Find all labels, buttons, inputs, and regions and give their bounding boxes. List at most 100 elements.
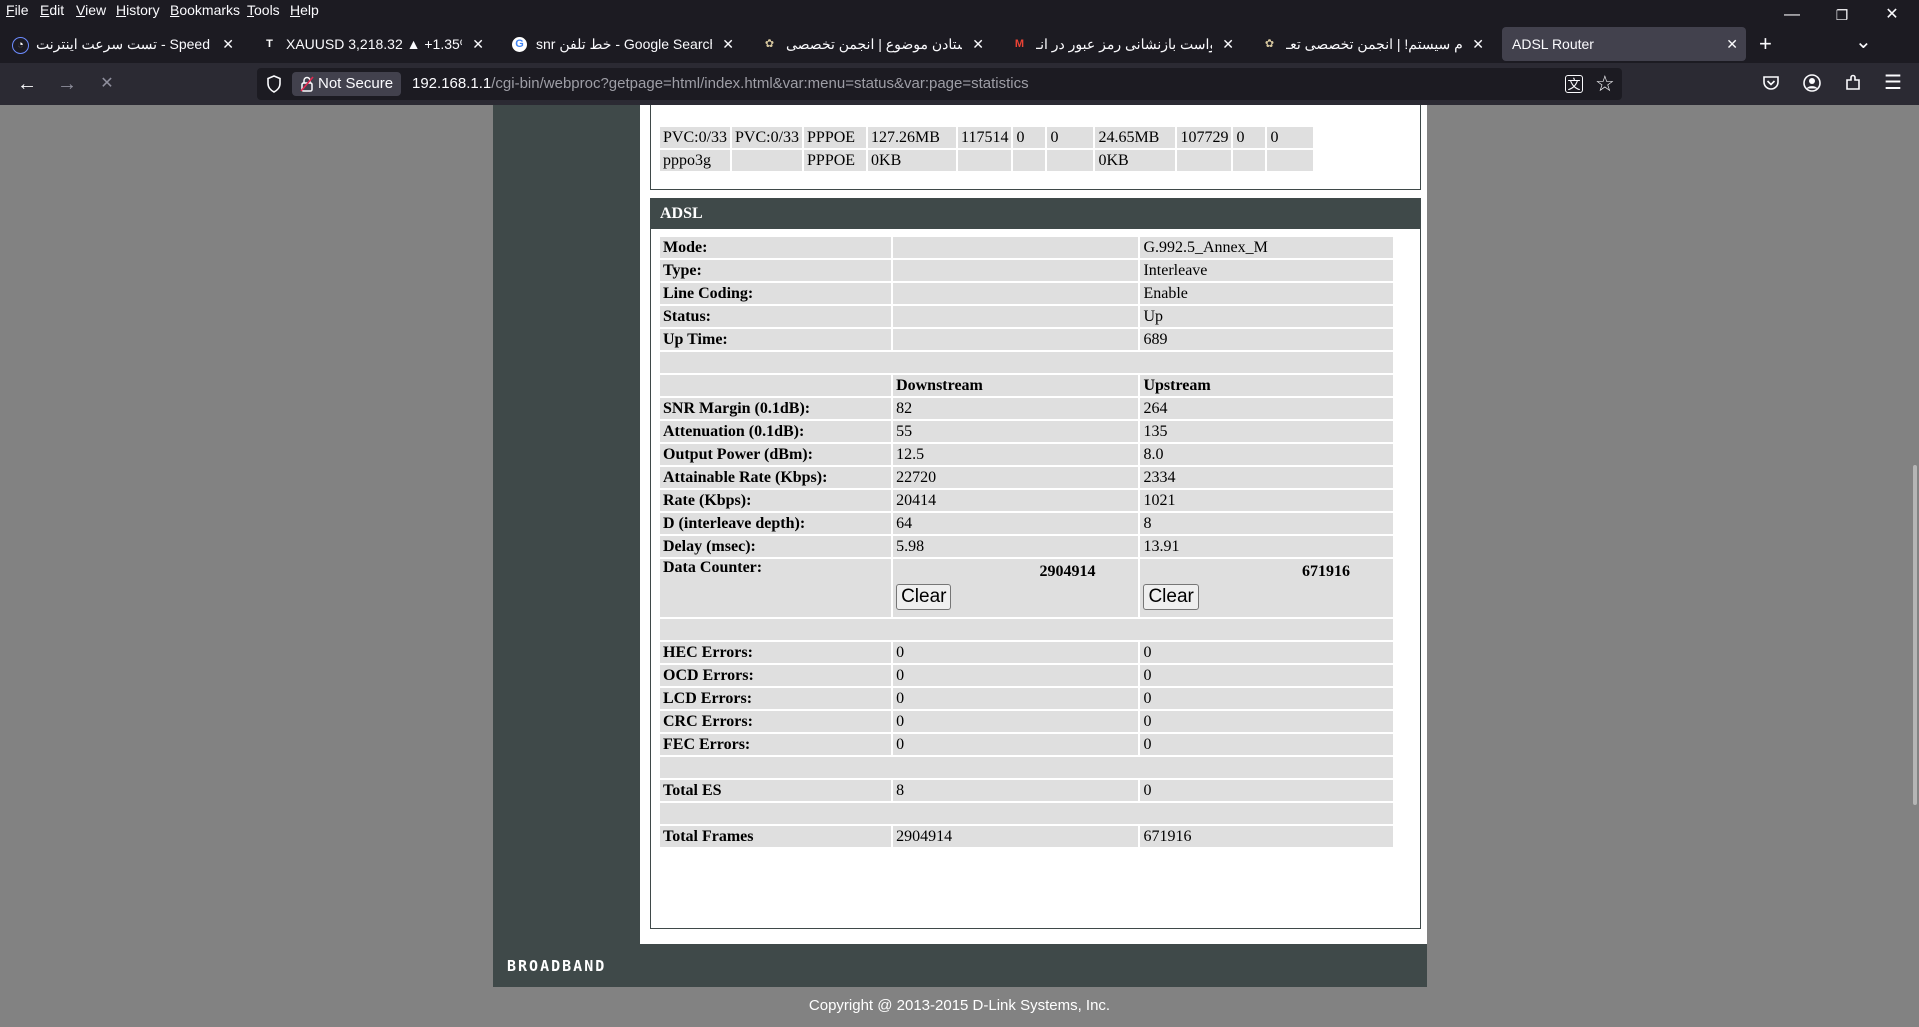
url-bar[interactable]: Not Secure 192.168.1.1/cgi-bin/webproc?g… <box>257 68 1622 100</box>
row-label: HEC Errors: <box>660 642 892 663</box>
close-icon[interactable]: ✕ <box>472 27 484 61</box>
empty-row <box>660 619 1393 640</box>
table-cell: PVC:0/33 <box>660 127 731 148</box>
downstream-header: Downstream <box>893 375 1139 396</box>
upstream-value: 8.0 <box>1140 444 1393 465</box>
table-cell <box>1013 150 1046 171</box>
tradingview-icon: T <box>266 38 273 50</box>
menu-bookmarks[interactable]: Bookmarks <box>170 2 240 18</box>
type-value: Interleave <box>1140 260 1393 281</box>
row-label: FEC Errors: <box>660 734 892 755</box>
downstream-value: 55 <box>893 421 1139 442</box>
tab-forum-message[interactable]: ✿ پیام سیستم! | انجمن تخصصی تعـ ✕ <box>1252 27 1492 61</box>
menu-help[interactable]: Help <box>290 2 319 18</box>
wan-statistics-box: PVC:0/33 PVC:0/33 PPPOE 127.26MB 117514 0 0 24.… <box>650 105 1421 190</box>
clear-upstream-button[interactable]: Clear <box>1143 584 1199 610</box>
page-viewport: PVC:0/33 PVC:0/33 PPPOE 127.26MB 117514 0 0 24.… <box>0 105 1919 1027</box>
not-secure-badge[interactable]: Not Secure <box>292 72 402 96</box>
clear-downstream-button[interactable]: Clear <box>896 584 952 610</box>
row-label: SNR Margin (0.1dB): <box>660 398 892 419</box>
spacer-cell <box>893 283 1139 304</box>
back-button[interactable]: ← <box>12 69 42 99</box>
lock-strikethrough-icon <box>300 76 314 92</box>
data-counter-row: Data Counter: 2904914 Clear 671916 Clear <box>660 559 1393 617</box>
tab-adsl-router[interactable]: ADSL Router ✕ <box>1502 27 1746 61</box>
forward-button[interactable]: → <box>52 69 82 99</box>
row-label: Attainable Rate (Kbps): <box>660 467 892 488</box>
router-page: PVC:0/33 PVC:0/33 PPPOE 127.26MB 117514 0 0 24.… <box>493 105 1427 987</box>
tab-google-search[interactable]: G snr خط تلفن - Google Search ✕ <box>502 27 742 61</box>
table-row: PVC:0/33 PVC:0/33 PPPOE 127.26MB 117514 0 0 24.… <box>660 127 1314 148</box>
table-row: Total ES 8 0 <box>660 780 1393 801</box>
total-frames-down: 2904914 <box>893 826 1139 847</box>
table-row: SNR Margin (0.1dB): 82 264 <box>660 398 1393 419</box>
data-counter-down-value: 2904914 <box>1039 563 1096 580</box>
row-label: D (interleave depth): <box>660 513 892 534</box>
type-label: Type: <box>660 260 892 281</box>
tab-xauusd[interactable]: T XAUUSD 3,218.32 ▲ +1.35% Ha ✕ <box>252 27 492 61</box>
extensions-icon[interactable] <box>1844 74 1862 92</box>
close-icon[interactable]: ✕ <box>222 27 234 61</box>
bookmark-star-icon[interactable]: ☆ <box>1595 71 1615 97</box>
adsl-statistics-table: Mode: G.992.5_Annex_M Type: Interleave L… <box>658 235 1395 849</box>
broadband-logo: BROADBAND <box>507 957 607 975</box>
table-row: FEC Errors: 0 0 <box>660 734 1393 755</box>
downstream-value: 20414 <box>893 490 1139 511</box>
table-cell: PPPOE <box>804 150 867 171</box>
shield-icon[interactable] <box>266 75 282 93</box>
tab-title: ADSL Router <box>1512 36 1594 52</box>
stop-button[interactable]: ✕ <box>92 69 122 99</box>
menu-tools[interactable]: Tools <box>247 2 280 18</box>
page-scrollbar[interactable] <box>1913 465 1917 805</box>
table-cell: 0 <box>1233 127 1266 148</box>
upstream-value: 0 <box>1140 734 1393 755</box>
upstream-value: 0 <box>1140 688 1393 709</box>
menu-history[interactable]: History <box>116 2 160 18</box>
pocket-icon[interactable] <box>1762 74 1780 92</box>
sidebar <box>493 105 642 944</box>
tab-gmail[interactable]: M درخواست بازنشانی رمز عبور در انـ ✕ <box>1002 27 1242 61</box>
empty-row <box>660 757 1393 778</box>
downstream-value: 0 <box>893 688 1139 709</box>
table-cell <box>1267 150 1314 171</box>
upstream-value: 0 <box>1140 665 1393 686</box>
close-icon[interactable]: ✕ <box>1472 27 1484 61</box>
upstream-value: 264 <box>1140 398 1393 419</box>
table-row: Up Time: 689 <box>660 329 1393 350</box>
spacer-cell <box>893 306 1139 327</box>
menu-view[interactable]: View <box>76 2 106 18</box>
tab-list-button[interactable]: ⌄ <box>1855 25 1872 59</box>
url-text[interactable]: 192.168.1.1/cgi-bin/webproc?getpage=html… <box>412 68 1029 100</box>
tab-title: درخواست بازنشانی رمز عبور در انـ <box>1036 36 1212 52</box>
translate-icon[interactable]: 文 <box>1565 75 1583 93</box>
tab-forum-topic[interactable]: ✿ فرستادن موضوع | انجمن تخصصی ✕ <box>752 27 992 61</box>
hamburger-menu-icon[interactable]: ☰ <box>1884 72 1902 94</box>
downstream-value: 0 <box>893 734 1139 755</box>
spacer-cell <box>893 329 1139 350</box>
status-label: Status: <box>660 306 892 327</box>
empty-row <box>660 803 1393 824</box>
close-icon[interactable]: ✕ <box>1222 27 1234 61</box>
menu-file[interactable]: File <box>6 2 29 18</box>
close-icon[interactable]: ✕ <box>722 27 734 61</box>
table-row: Type: Interleave <box>660 260 1393 281</box>
table-row: Output Power (dBm): 12.5 8.0 <box>660 444 1393 465</box>
menu-edit[interactable]: Edit <box>40 2 64 18</box>
table-row: Attenuation (0.1dB): 55 135 <box>660 421 1393 442</box>
new-tab-button[interactable]: + <box>1759 27 1772 61</box>
row-label: LCD Errors: <box>660 688 892 709</box>
wan-statistics-table: PVC:0/33 PVC:0/33 PPPOE 127.26MB 117514 0 0 24.… <box>658 125 1315 173</box>
account-icon[interactable] <box>1803 74 1821 92</box>
upstream-header: Upstream <box>1140 375 1393 396</box>
table-row: Mode: G.992.5_Annex_M <box>660 237 1393 258</box>
gmail-icon: M <box>1014 38 1025 50</box>
downstream-value: 12.5 <box>893 444 1139 465</box>
table-cell: 0 <box>1047 127 1094 148</box>
close-icon[interactable]: ✕ <box>1726 27 1738 61</box>
line-coding-value: Enable <box>1140 283 1393 304</box>
tab-speed-test[interactable]: ◔ تست سرعت اینترنت - Speed Test ✕ <box>2 27 242 61</box>
close-icon[interactable]: ✕ <box>972 27 984 61</box>
upstream-value: 2334 <box>1140 467 1393 488</box>
table-row: Rate (Kbps): 20414 1021 <box>660 490 1393 511</box>
tab-title: snr خط تلفن - Google Search <box>536 36 712 52</box>
